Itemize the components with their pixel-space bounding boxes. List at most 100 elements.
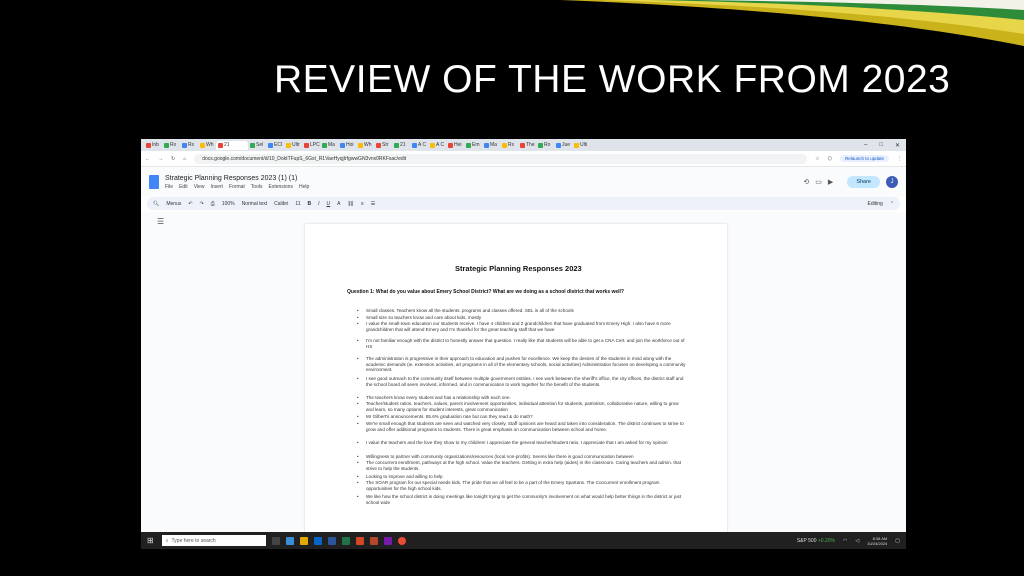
browser-tab[interactable]: ECI [266,141,284,150]
list-icon[interactable]: ☰ [371,201,375,207]
volume-icon[interactable]: ◁ [855,538,859,544]
browser-tab[interactable]: Inb [144,141,162,150]
browser-tab[interactable]: A C [428,141,446,150]
close-icon[interactable]: ✕ [895,142,900,149]
relaunch-button[interactable]: Relaunch to update [839,155,889,162]
menu-item-format[interactable]: Format [229,184,245,190]
acrobat-icon[interactable] [369,536,378,545]
stock-widget[interactable]: S&P 500 +0.20% [797,538,835,544]
edge-icon[interactable] [285,536,294,545]
browser-tab[interactable]: Ro [536,141,554,150]
extensions-icon[interactable]: ⬡ [828,156,832,162]
outline-icon[interactable]: ☰ [157,217,164,226]
browser-tab[interactable]: Em [464,141,482,150]
excel-icon[interactable] [341,536,350,545]
taskbar-search-input[interactable]: ⌕ Type here to search [161,535,266,546]
browser-tab[interactable]: Rx [162,141,180,150]
task-view-icon[interactable] [271,536,280,545]
word-icon[interactable] [327,536,336,545]
back-icon[interactable]: ← [145,156,150,162]
style-select[interactable]: Normal text [242,201,268,207]
zoom-select[interactable]: 100% [222,201,235,207]
menu-icon[interactable]: ⋮ [897,156,902,162]
font-size-field[interactable]: 11 [295,201,300,207]
bold-icon[interactable]: B [308,201,312,207]
menu-item-extensions[interactable]: Extensions [268,184,292,190]
share-button[interactable]: Share [847,176,880,188]
menus-button[interactable]: Menus [166,201,181,207]
tab-favicon-icon [304,142,309,148]
browser-tab[interactable]: A C [410,141,428,150]
tab-favicon-icon [394,142,399,148]
forward-icon[interactable]: → [158,156,163,162]
tab-label: Inb [152,142,159,148]
text-color-icon[interactable]: A [337,201,340,207]
search-placeholder: Type here to search [171,537,216,544]
doc-page[interactable]: Strategic Planning Responses 2023 Questi… [305,224,727,544]
collapse-icon[interactable]: ⌃ [890,201,894,207]
response-list-item: • Mr Gilbert's announcements. 85.6% gradu… [357,414,686,420]
menu-item-help[interactable]: Help [299,184,309,190]
browser-tab[interactable]: Sel [248,141,266,150]
url-field[interactable]: docs.google.com/document/d/10_DoktTFupS_… [194,153,808,164]
link-icon[interactable]: ⛓ [348,201,354,207]
browser-tab[interactable]: Hei [446,141,464,150]
browser-tab[interactable]: Rx [500,141,518,150]
redo-icon[interactable]: ↷ [200,201,204,207]
underline-icon[interactable]: U [327,201,331,207]
clock[interactable]: 8:38 AM 10/24/2024 [867,536,887,546]
italic-icon[interactable]: I [318,201,319,207]
doc-title[interactable]: Strategic Planning Responses 2023 (1) (1… [165,175,309,182]
browser-tab[interactable]: Ulti [572,141,590,150]
outlook-icon[interactable] [313,536,322,545]
search-icon: ⌕ [165,537,169,544]
browser-tab[interactable]: Ultr [284,141,302,150]
browser-tab[interactable]: Wh [356,141,374,150]
windows-start-icon[interactable]: ⊞ [147,536,154,545]
powerpoint-icon[interactable] [355,536,364,545]
browser-tab[interactable]: 21 [216,140,248,150]
browser-tab[interactable]: Jue [554,141,572,150]
browser-tab[interactable]: Ma [482,141,500,150]
editing-mode-select[interactable]: Editing [868,201,883,207]
reload-icon[interactable]: ↻ [171,156,175,162]
menu-item-view[interactable]: View [194,184,205,190]
response-text: The concurrent enrollment, pathways at t… [366,460,682,471]
browser-tab[interactable]: LPC [302,141,320,150]
wifi-icon[interactable]: ◠ [843,538,847,544]
browser-tab[interactable]: Str [374,141,392,150]
teams-icon[interactable] [383,536,392,545]
print-icon[interactable]: ⎙ [211,201,215,207]
menu-item-edit[interactable]: Edit [179,184,188,190]
search-icon[interactable]: 🔍︎ [153,201,159,207]
browser-tab[interactable]: Hoi [338,141,356,150]
file-explorer-icon[interactable] [299,536,308,545]
browser-tab[interactable]: 21 [392,141,410,150]
browser-tab[interactable]: Wh [198,141,216,150]
maximize-icon[interactable]: □ [879,142,883,149]
chrome-icon[interactable] [397,536,406,545]
menu-item-tools[interactable]: Tools [251,184,263,190]
tab-favicon-icon [448,142,453,148]
comment-icon[interactable]: ▭ [815,178,822,186]
history-icon[interactable]: ⟲ [803,178,809,186]
font-select[interactable]: Calibri [274,201,288,207]
tab-favicon-icon [358,142,363,148]
browser-tab[interactable]: Rx [180,141,198,150]
menu-item-insert[interactable]: Insert [210,184,223,190]
align-icon[interactable]: ≡ [361,201,364,207]
tab-favicon-icon [520,142,525,148]
avatar[interactable]: J [886,176,898,188]
star-icon[interactable]: ☆ [815,156,819,162]
meet-icon[interactable]: ▶ [828,178,833,186]
tab-label: 21 [224,142,230,148]
notification-icon[interactable]: ▢ [895,538,900,544]
menu-item-file[interactable]: File [165,184,173,190]
browser-tab[interactable]: Ma [320,141,338,150]
browser-tab[interactable]: The [518,141,536,150]
tab-label: Em [472,142,480,148]
response-text: Willingness to partner with community or… [366,454,634,459]
minimize-icon[interactable]: – [864,142,867,149]
home-icon[interactable]: ⌂ [183,156,186,162]
undo-icon[interactable]: ↶ [188,201,192,207]
